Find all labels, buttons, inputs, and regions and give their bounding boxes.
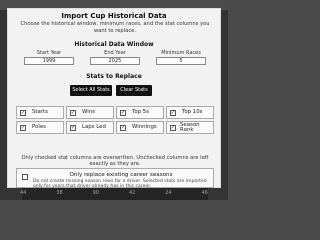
stat-laps-led[interactable]: ✓ Laps Led [66, 121, 114, 134]
checkbox-checked-icon[interactable]: ✓ [120, 124, 126, 131]
checkbox-checked-icon[interactable]: ✓ [170, 124, 176, 131]
import-dialog: Import Cup Historical Data Choose the hi… [7, 8, 221, 189]
stat-top10s[interactable]: ✓ Top 10s [166, 106, 214, 119]
window-heading: Historical Data Window [74, 41, 154, 48]
clear-stats-button[interactable]: Clear Stats [116, 85, 152, 96]
stat-label: Top 10s [182, 109, 203, 115]
stat-winnings[interactable]: ✓ Winnings [116, 121, 164, 134]
stat-poles[interactable]: ✓ Poles [16, 121, 64, 134]
stat-label: Season Rank [180, 121, 200, 133]
stat-season-rank[interactable]: ✓ Season Rank [166, 121, 214, 134]
checkbox-checked-icon[interactable]: ✓ [20, 124, 26, 131]
career-seasons-option[interactable]: Only replace existing career seasons Do … [16, 168, 214, 189]
min-races-input[interactable]: 5 [156, 57, 206, 65]
stat-label: Laps Led [82, 124, 106, 130]
stats-note: Only checked stat columns are overwritte… [21, 155, 209, 167]
end-year-input[interactable]: 2025 [90, 57, 140, 65]
career-option-description: Do not create missing season rows for a … [33, 179, 207, 189]
start-year-label: Start Year [36, 50, 62, 56]
stat-top5s[interactable]: ✓ Top 5s [116, 106, 164, 119]
checkbox-checked-icon[interactable]: ✓ [70, 109, 76, 116]
select-all-stats-button[interactable]: Select All Stats [70, 85, 112, 96]
stat-starts[interactable]: ✓ Starts [16, 106, 64, 119]
checkbox-checked-icon[interactable]: ✓ [70, 124, 76, 131]
stat-label: Starts [32, 109, 48, 115]
dialog-subtitle: Choose the historical window, minimum ra… [20, 21, 210, 34]
dialog-title: Import Cup Historical Data [61, 12, 167, 20]
checkbox-checked-icon[interactable]: ✓ [20, 109, 26, 116]
checkbox-unchecked-icon[interactable] [22, 174, 28, 180]
start-year-input[interactable]: 1999 [24, 57, 74, 65]
stat-wins[interactable]: ✓ Wins [66, 106, 114, 119]
checkbox-checked-icon[interactable]: ✓ [170, 109, 176, 116]
stat-label: Poles [32, 124, 46, 130]
end-year-label: End Year [104, 50, 126, 56]
min-races-label: Minimum Races [161, 50, 201, 56]
stat-label: Wins [82, 109, 95, 115]
stats-heading: Stats to Replace [86, 73, 142, 80]
stat-label: Top 5s [132, 109, 150, 115]
stat-label: Winnings [132, 124, 157, 130]
checkbox-checked-icon[interactable]: ✓ [120, 109, 126, 116]
career-option-title: Only replace existing career seasons [69, 172, 173, 178]
